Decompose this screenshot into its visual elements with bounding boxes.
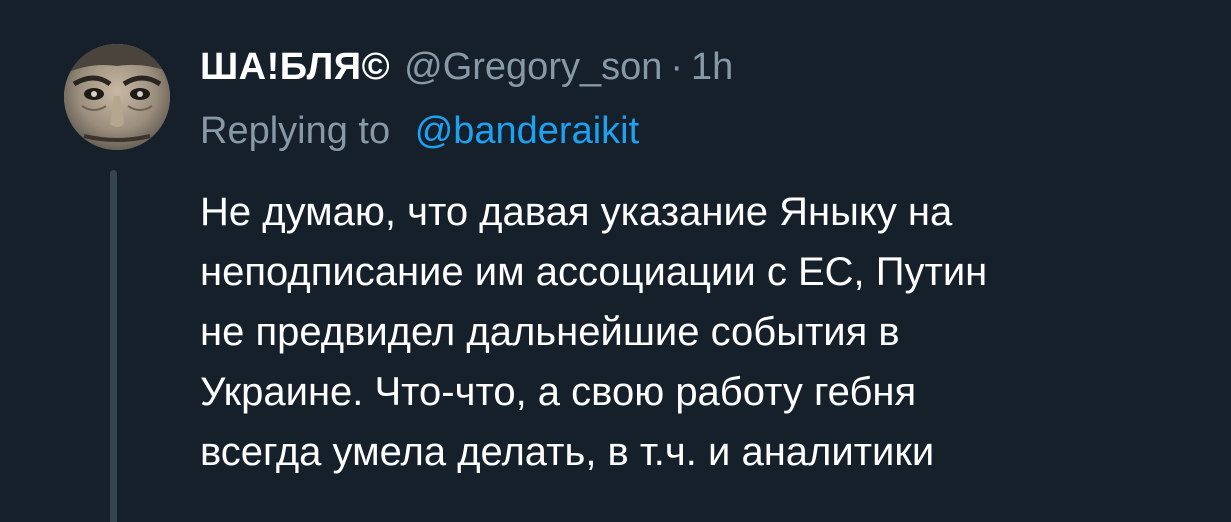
replying-handle-link[interactable]: @banderaikit [415, 110, 639, 152]
avatar[interactable] [64, 44, 170, 150]
avatar-image [64, 44, 170, 150]
tweet-text-line: Не думаю, что давая указание Яныку на [200, 190, 953, 234]
thread-line [110, 170, 117, 522]
replying-to: Replying to @banderaikit [200, 110, 639, 153]
tweet-text-line: всегда умела делать, в т.ч. и аналитики [200, 430, 935, 474]
tweet-header: ША!БЛЯ© @Gregory_son · 1h [200, 46, 733, 96]
user-handle[interactable]: @Gregory_son [404, 46, 662, 89]
timestamp[interactable]: 1h [691, 46, 733, 89]
separator-dot: · [670, 46, 684, 88]
tweet-text: Не думаю, что давая указание Яныку на не… [200, 182, 1200, 482]
tweet-text-line: неподписание им ассоциации с ЕС, Путин [200, 250, 988, 294]
replying-label: Replying to [200, 110, 391, 152]
tweet-text-line: Украине. Что-что, а свою работу гебня [200, 370, 917, 414]
tweet-text-line: не предвидел дальнейшие события в [200, 310, 900, 354]
tweet[interactable]: ША!БЛЯ© @Gregory_son · 1h Replying to @b… [0, 0, 1231, 522]
display-name[interactable]: ША!БЛЯ© [200, 46, 390, 89]
